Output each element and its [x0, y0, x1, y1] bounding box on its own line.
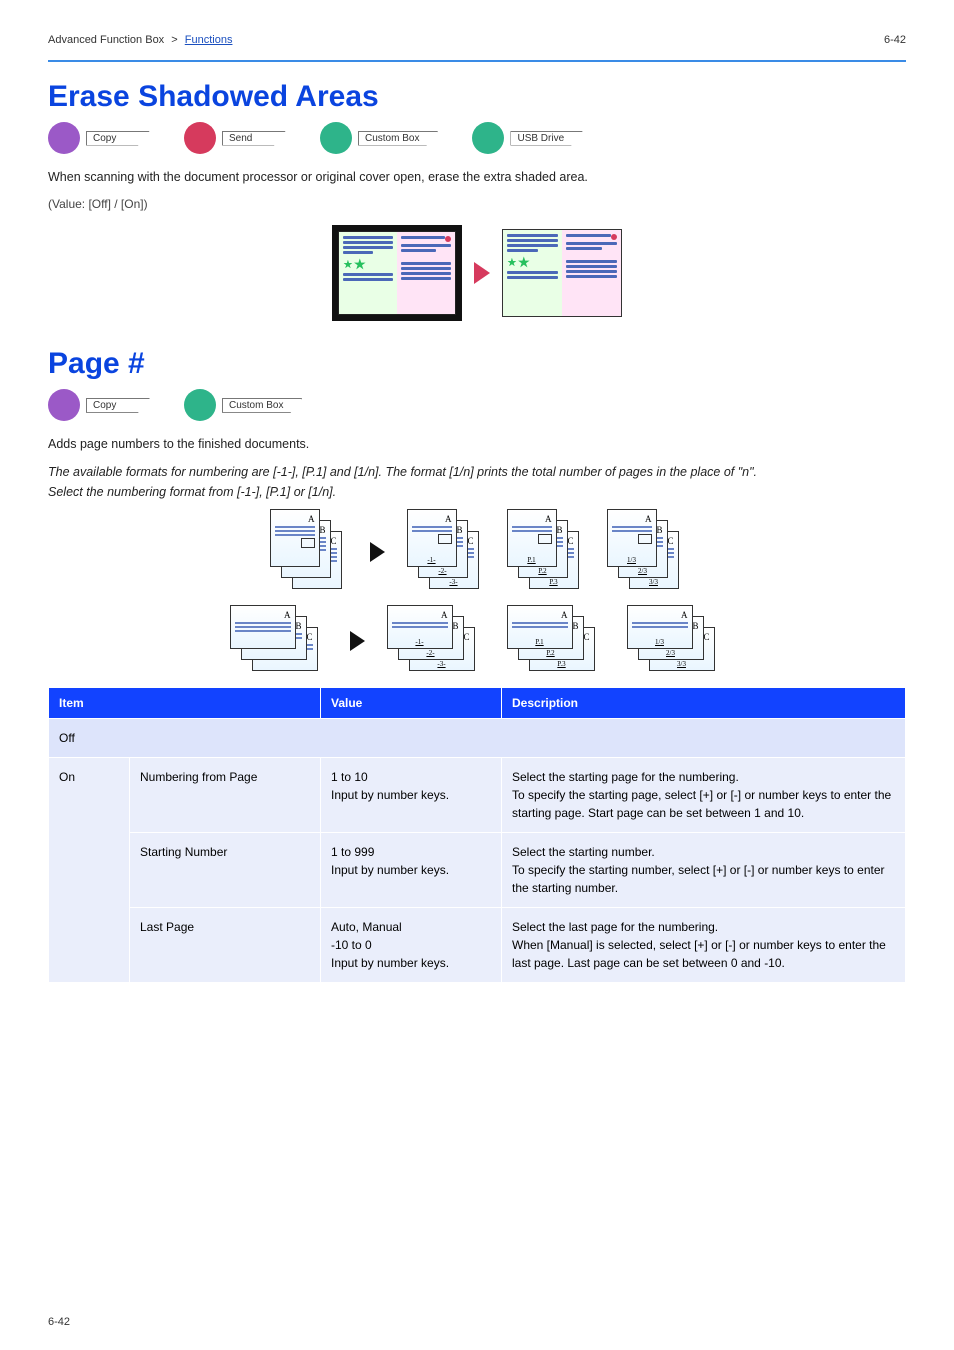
- book-after-icon: ★★: [502, 229, 622, 317]
- stack-row-landscape: C B A C-3- B-2- A-1- CP.3 BP.2 AP.1 C3/3…: [48, 605, 906, 677]
- arrow-right-icon: [474, 262, 490, 284]
- book-before-icon: ★★: [332, 225, 462, 321]
- badge-label: USB Drive: [510, 131, 583, 146]
- badge-copy: Copy: [48, 389, 150, 421]
- section-title-erase: Erase Shadowed Areas: [48, 80, 906, 114]
- figure-erase: ★★ ★★: [48, 225, 906, 321]
- section2-desc: Adds page numbers to the finished docume…: [48, 435, 906, 454]
- dot-icon: [184, 389, 216, 421]
- breadcrumb-link[interactable]: Functions: [185, 34, 233, 46]
- table-row: Last Page Auto, Manual -10 to 0 Input by…: [49, 907, 906, 982]
- stack-fmt3-icon: C3/3 B2/3 A1/3: [627, 605, 725, 677]
- section2-select: Select the numbering format from [-1-], …: [48, 485, 906, 499]
- page-ref-top: 6-42: [884, 34, 906, 46]
- stack-row-portrait: C B A C-3- B-2- A-1- CP.3 BP.2 AP.1 C3/3…: [48, 509, 906, 595]
- cell-item: Last Page: [130, 907, 321, 982]
- badge-label: Custom Box: [222, 398, 302, 413]
- section-title-page: Page #: [48, 347, 906, 381]
- th-desc: Description: [502, 687, 906, 718]
- badge-row-2: Copy Custom Box: [48, 389, 906, 421]
- options-table: Item Value Description Off On Numbering …: [48, 687, 906, 983]
- dot-icon: [472, 122, 504, 154]
- badge-send: Send: [184, 122, 286, 154]
- cell-desc: Select the starting page for the numberi…: [502, 757, 906, 832]
- badge-row-1: Copy Send Custom Box USB Drive: [48, 122, 906, 154]
- cell-desc: Select the last page for the numbering. …: [502, 907, 906, 982]
- badge-copy: Copy: [48, 122, 150, 154]
- breadcrumb-current: Advanced Function Box: [48, 34, 164, 46]
- badge-label: Custom Box: [358, 131, 438, 146]
- section1-note: (Value: [Off] / [On]): [48, 197, 906, 211]
- breadcrumb-sep: >: [171, 34, 177, 46]
- table-row: Off: [49, 718, 906, 757]
- stack-fmt1-icon: C-3- B-2- A-1-: [387, 605, 485, 677]
- cell-desc: Select the starting number. To specify t…: [502, 832, 906, 907]
- dot-icon: [320, 122, 352, 154]
- dot-icon: [48, 389, 80, 421]
- cell-item: Numbering from Page: [130, 757, 321, 832]
- cell-value: 1 to 999 Input by number keys.: [321, 832, 502, 907]
- stack-fmt2-icon: CP.3 BP.2 AP.1: [507, 509, 585, 595]
- breadcrumb: Advanced Function Box > Functions: [48, 34, 232, 46]
- stack-original-icon: C B A: [230, 605, 328, 677]
- badge-usb: USB Drive: [472, 122, 583, 154]
- stack-fmt2-icon: CP.3 BP.2 AP.1: [507, 605, 605, 677]
- badge-label: Copy: [86, 398, 150, 413]
- table-row: On Numbering from Page 1 to 10 Input by …: [49, 757, 906, 832]
- page-ref-bottom: 6-42: [48, 1316, 70, 1328]
- section1-desc: When scanning with the document processo…: [48, 168, 906, 187]
- stack-original-icon: C B A: [270, 509, 348, 595]
- cell-value: Auto, Manual -10 to 0 Input by number ke…: [321, 907, 502, 982]
- table-row: Starting Number 1 to 999 Input by number…: [49, 832, 906, 907]
- cell-group: On: [49, 757, 130, 982]
- cell-off: Off: [49, 718, 906, 757]
- badge-custom-box: Custom Box: [320, 122, 438, 154]
- dot-icon: [184, 122, 216, 154]
- th-item: Item: [49, 687, 321, 718]
- stack-fmt3-icon: C3/3 B2/3 A1/3: [607, 509, 685, 595]
- stack-fmt1-icon: C-3- B-2- A-1-: [407, 509, 485, 595]
- dot-icon: [48, 122, 80, 154]
- th-value: Value: [321, 687, 502, 718]
- badge-label: Send: [222, 131, 286, 146]
- arrow-right-icon: [370, 542, 385, 562]
- cell-item: Starting Number: [130, 832, 321, 907]
- arrow-right-icon: [350, 631, 365, 651]
- note-label: (Value: [Off] / [On]): [48, 197, 178, 211]
- badge-custom-box: Custom Box: [184, 389, 302, 421]
- badge-label: Copy: [86, 131, 150, 146]
- section2-formats: The available formats for numbering are …: [48, 465, 906, 479]
- cell-value: 1 to 10 Input by number keys.: [321, 757, 502, 832]
